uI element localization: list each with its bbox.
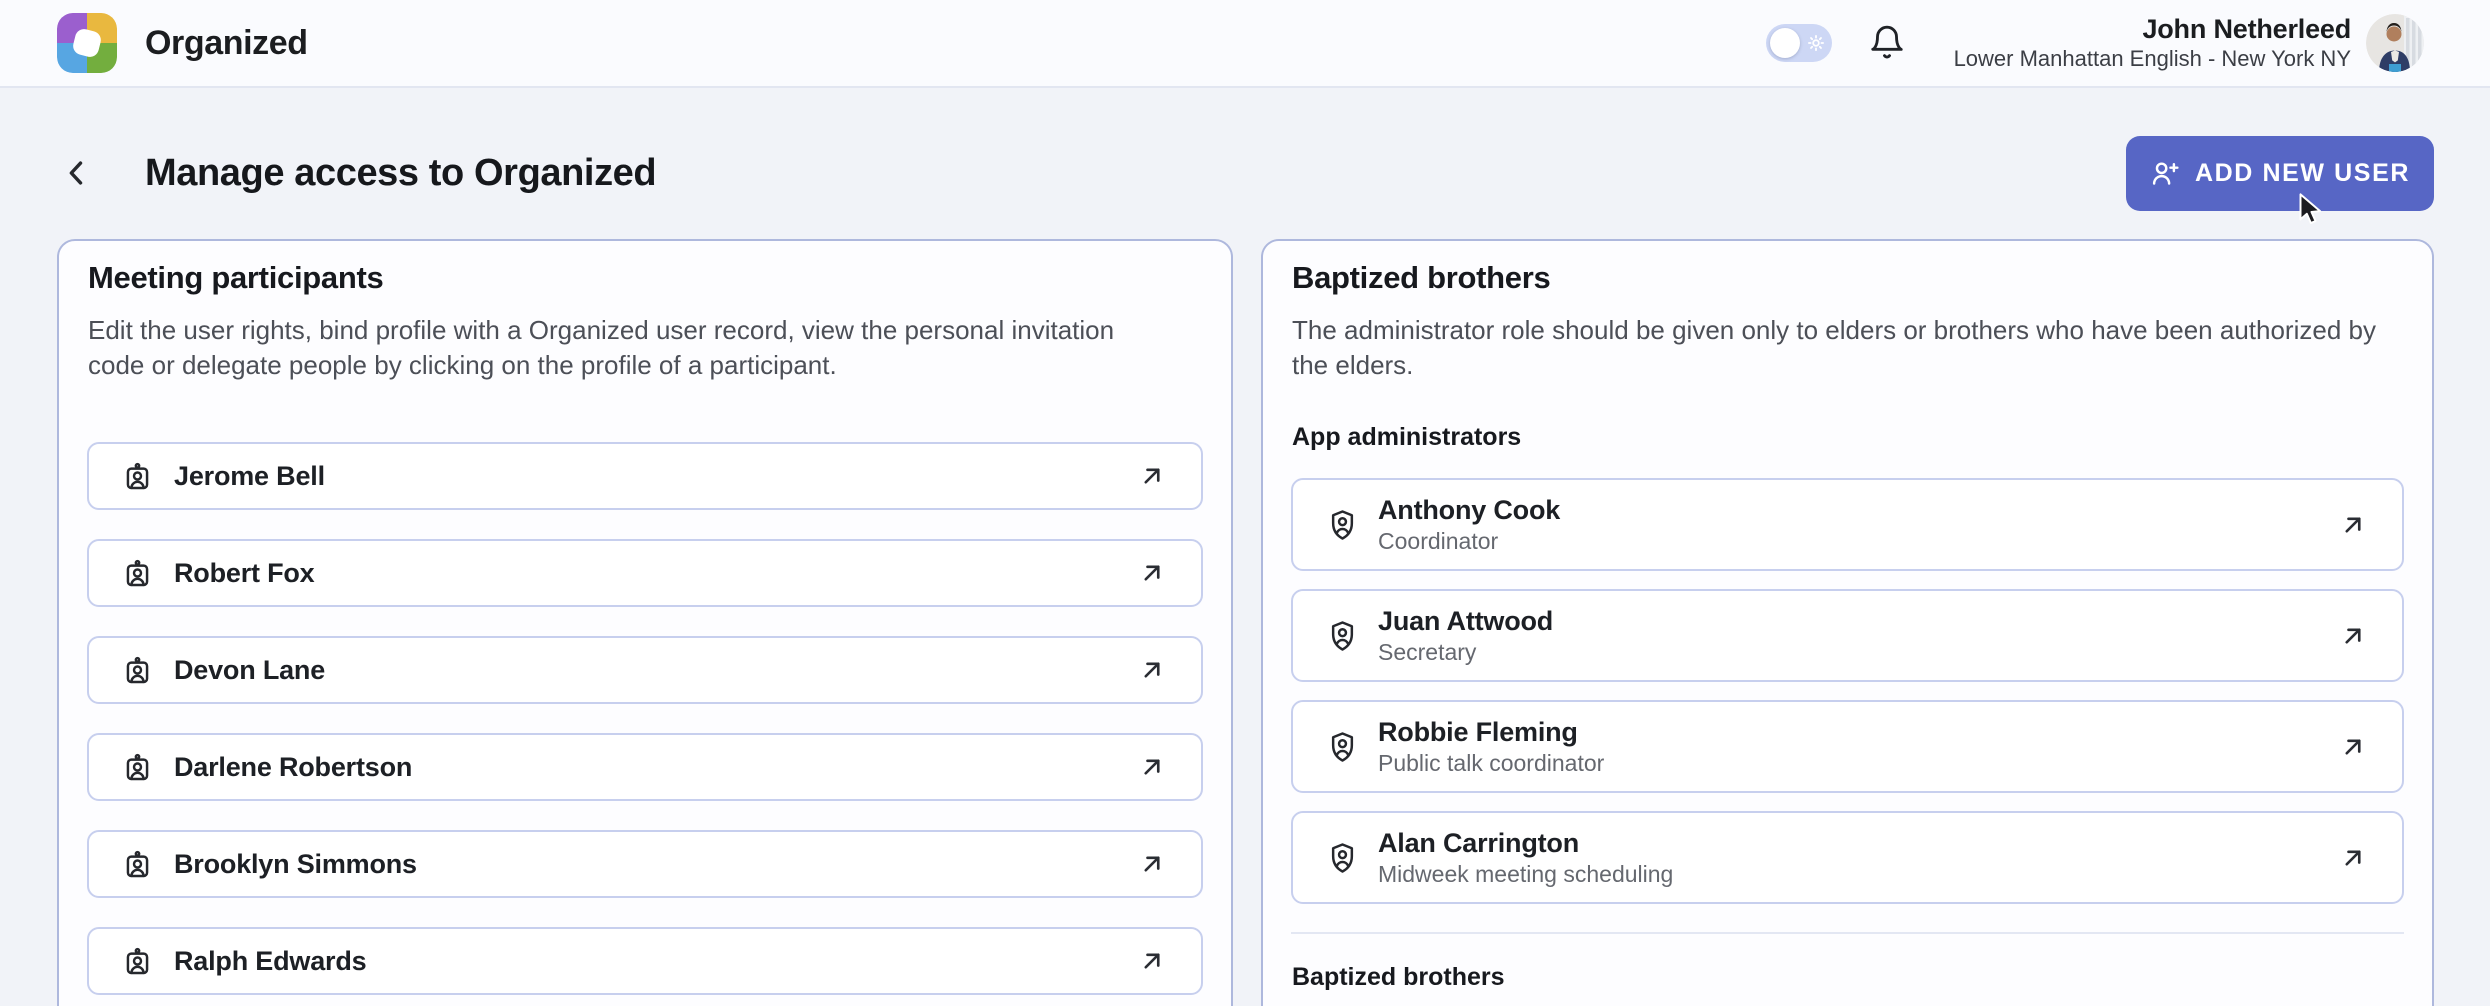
topbar-right: John Netherleed Lower Manhattan English … xyxy=(1766,14,2424,72)
administrator-text: Alan Carrington Midweek meeting scheduli… xyxy=(1378,827,1673,889)
sun-icon xyxy=(1806,33,1826,53)
participant-name: Ralph Edwards xyxy=(174,946,366,977)
theme-toggle-knob xyxy=(1770,28,1800,58)
participant-name: Brooklyn Simmons xyxy=(174,849,417,880)
administrator-role: Public talk coordinator xyxy=(1378,749,1604,778)
open-profile-arrow-icon xyxy=(1137,655,1167,685)
shield-person-icon xyxy=(1326,840,1359,876)
back-button[interactable] xyxy=(60,156,94,190)
meeting-participants-description: Edit the user rights, bind profile with … xyxy=(88,313,1173,383)
open-profile-arrow-icon xyxy=(1137,558,1167,588)
shield-person-icon xyxy=(1326,729,1359,765)
person-plus-icon xyxy=(2150,158,2181,189)
administrator-row[interactable]: Anthony Cook Coordinator xyxy=(1291,478,2404,571)
topbar: Organized John Netherleed Lower Manhatta… xyxy=(0,0,2490,88)
chevron-left-icon xyxy=(60,156,94,190)
contact-badge-icon xyxy=(122,558,153,589)
notifications-bell-icon[interactable] xyxy=(1868,24,1906,62)
administrator-role: Midweek meeting scheduling xyxy=(1378,860,1673,889)
administrator-name: Alan Carrington xyxy=(1378,827,1673,860)
participant-name: Robert Fox xyxy=(174,558,315,589)
administrator-name: Robbie Fleming xyxy=(1378,716,1604,749)
app-administrators-label: App administrators xyxy=(1292,423,1521,452)
administrator-name: Juan Attwood xyxy=(1378,605,1553,638)
administrator-text: Robbie Fleming Public talk coordinator xyxy=(1378,716,1604,778)
administrator-name: Anthony Cook xyxy=(1378,494,1560,527)
administrator-role: Coordinator xyxy=(1378,527,1560,556)
section-divider xyxy=(1291,932,2404,934)
participant-row[interactable]: Robert Fox xyxy=(87,539,1203,607)
open-profile-arrow-icon xyxy=(1137,849,1167,879)
add-new-user-label: ADD NEW USER xyxy=(2195,159,2410,188)
participant-name: Darlene Robertson xyxy=(174,752,412,783)
participant-row[interactable]: Ralph Edwards xyxy=(87,927,1203,995)
open-profile-arrow-icon xyxy=(2338,621,2368,651)
meeting-participants-panel: Meeting participants Edit the user right… xyxy=(57,239,1233,1006)
user-congregation: Lower Manhattan English - New York NY xyxy=(1954,45,2351,72)
app-logo-icon[interactable] xyxy=(57,13,117,73)
open-profile-arrow-icon xyxy=(2338,843,2368,873)
open-profile-arrow-icon xyxy=(1137,946,1167,976)
administrator-role: Secretary xyxy=(1378,638,1553,667)
open-profile-arrow-icon xyxy=(1137,752,1167,782)
shield-person-icon xyxy=(1326,507,1359,543)
shield-person-icon xyxy=(1326,618,1359,654)
administrator-text: Juan Attwood Secretary xyxy=(1378,605,1553,667)
avatar[interactable] xyxy=(2366,14,2424,72)
user-text: John Netherleed Lower Manhattan English … xyxy=(1954,14,2351,72)
meeting-participants-title: Meeting participants xyxy=(88,260,383,296)
theme-toggle[interactable] xyxy=(1766,24,1832,62)
participant-row[interactable]: Jerome Bell xyxy=(87,442,1203,510)
manage-access-screen: Organized John Netherleed Lower Manhatta… xyxy=(0,0,2490,1006)
participant-row[interactable]: Brooklyn Simmons xyxy=(87,830,1203,898)
add-new-user-button[interactable]: ADD NEW USER xyxy=(2126,136,2434,211)
brand: Organized xyxy=(57,13,308,73)
app-name: Organized xyxy=(145,24,308,63)
page-title: Manage access to Organized xyxy=(145,152,656,195)
participant-name: Jerome Bell xyxy=(174,461,325,492)
open-profile-arrow-icon xyxy=(1137,461,1167,491)
administrator-text: Anthony Cook Coordinator xyxy=(1378,494,1560,556)
administrator-row[interactable]: Alan Carrington Midweek meeting scheduli… xyxy=(1291,811,2404,904)
contact-badge-icon xyxy=(122,946,153,977)
administrators-list: Anthony Cook Coordinator Juan Attwood Se… xyxy=(1291,478,2404,904)
participants-list: Jerome Bell Robert Fox xyxy=(87,442,1203,995)
participant-name: Devon Lane xyxy=(174,655,325,686)
administrator-row[interactable]: Robbie Fleming Public talk coordinator xyxy=(1291,700,2404,793)
contact-badge-icon xyxy=(122,461,153,492)
baptized-brothers-title: Baptized brothers xyxy=(1292,260,1550,296)
contact-badge-icon xyxy=(122,655,153,686)
contact-badge-icon xyxy=(122,849,153,880)
page-header: Manage access to Organized ADD NEW USER xyxy=(57,133,2434,213)
baptized-brothers-panel: Baptized brothers The administrator role… xyxy=(1261,239,2434,1006)
open-profile-arrow-icon xyxy=(2338,510,2368,540)
administrator-row[interactable]: Juan Attwood Secretary xyxy=(1291,589,2404,682)
open-profile-arrow-icon xyxy=(2338,732,2368,762)
baptized-brothers-description: The administrator role should be given o… xyxy=(1292,313,2377,383)
contact-badge-icon xyxy=(122,752,153,783)
participant-row[interactable]: Devon Lane xyxy=(87,636,1203,704)
user-menu[interactable]: John Netherleed Lower Manhattan English … xyxy=(1954,14,2424,72)
participant-row[interactable]: Darlene Robertson xyxy=(87,733,1203,801)
user-name: John Netherleed xyxy=(1954,14,2351,45)
baptized-brothers-section-label: Baptized brothers xyxy=(1292,963,1505,992)
